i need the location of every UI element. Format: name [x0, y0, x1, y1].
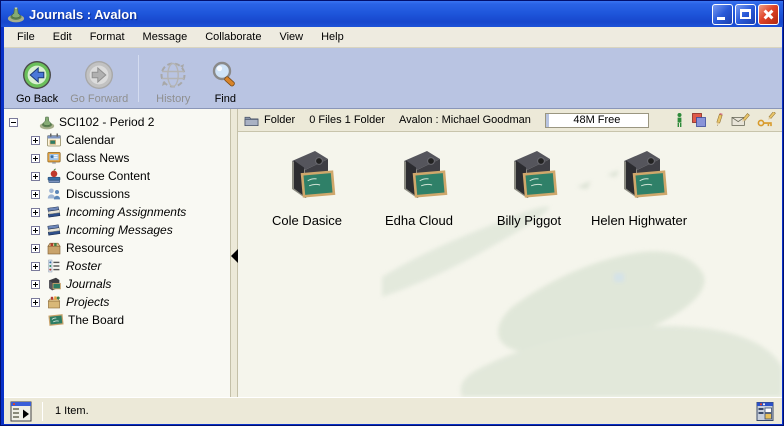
- key-permissions-icon[interactable]: [757, 112, 776, 128]
- overlapping-windows-icon[interactable]: [691, 112, 707, 128]
- chalkboard-icon: [48, 312, 64, 328]
- menu-edit[interactable]: Edit: [44, 29, 81, 45]
- expand-plus-icon[interactable]: [31, 154, 40, 163]
- statusbar-separator: [42, 402, 43, 421]
- journal-item-label: Billy Piggot: [474, 213, 584, 228]
- minimize-button[interactable]: [712, 4, 733, 25]
- tree-item-journals[interactable]: Journals: [4, 275, 230, 293]
- collapse-minus-icon[interactable]: [9, 118, 18, 127]
- toolbar-separator: [138, 55, 139, 102]
- expand-plus-icon[interactable]: [31, 244, 40, 253]
- layout-windows-icon[interactable]: [754, 401, 776, 422]
- item-count-label: 1 Item.: [55, 405, 89, 417]
- menu-collaborate[interactable]: Collaborate: [196, 29, 270, 45]
- tree-item-incoming-assignments[interactable]: Incoming Assignments: [4, 203, 230, 221]
- expand-plus-icon[interactable]: [31, 172, 40, 181]
- tree-item-sci102-period-2[interactable]: SCI102 - Period 2: [4, 113, 230, 131]
- calendar-icon: [46, 132, 62, 148]
- menu-view[interactable]: View: [270, 29, 312, 45]
- go-back-icon: [21, 59, 53, 91]
- tree-item-roster[interactable]: Roster: [4, 257, 230, 275]
- go-back-button[interactable]: Go Back: [10, 51, 64, 106]
- flask-island-icon: [39, 114, 55, 130]
- expand-plus-icon[interactable]: [31, 298, 40, 307]
- expand-plus-icon[interactable]: [31, 280, 40, 289]
- flask-island-icon: [7, 5, 25, 23]
- menu-message[interactable]: Message: [134, 29, 197, 45]
- projects-crate-icon: [46, 294, 62, 310]
- resources-box-icon: [46, 240, 62, 256]
- journal-chalkboard-icon: [610, 146, 668, 208]
- tree-item-resources[interactable]: Resources: [4, 239, 230, 257]
- expand-plus-icon[interactable]: [31, 190, 40, 199]
- panel-splitter[interactable]: [230, 109, 238, 397]
- free-space-meter: 48M Free: [545, 113, 649, 128]
- tree-item-discussions[interactable]: Discussions: [4, 185, 230, 203]
- go-forward-icon: [83, 59, 115, 91]
- folder-icon: [244, 114, 259, 127]
- tree-item-class-news[interactable]: Class News: [4, 149, 230, 167]
- meter-fill: [546, 114, 549, 127]
- menu-file[interactable]: File: [8, 29, 44, 45]
- toolbar: Go Back Go Forward History: [4, 48, 782, 108]
- people-icon: [46, 186, 62, 202]
- free-space-label: 48M Free: [573, 114, 620, 126]
- collapse-left-arrow-icon[interactable]: [231, 249, 238, 263]
- roster-list-icon: [46, 258, 62, 274]
- folder-info-bar: Folder 0 Files 1 Folder Avalon : Michael…: [238, 109, 782, 132]
- history-globe-icon: [157, 59, 189, 91]
- title-bar[interactable]: Journals : Avalon: [1, 1, 783, 27]
- panel-toggle-icon[interactable]: [10, 401, 32, 422]
- minimize-icon: [717, 17, 725, 20]
- expand-plus-icon[interactable]: [31, 136, 40, 145]
- find-button[interactable]: Find: [199, 51, 251, 106]
- journal-item-label: Edha Cloud: [364, 213, 474, 228]
- go-forward-button[interactable]: Go Forward: [64, 51, 134, 106]
- folder-view-panel: Folder 0 Files 1 Folder Avalon : Michael…: [238, 109, 782, 397]
- journal-item[interactable]: Edha Cloud: [364, 146, 474, 228]
- close-button[interactable]: [758, 4, 779, 25]
- history-button[interactable]: History: [147, 51, 199, 106]
- maximize-icon: [740, 9, 751, 19]
- maximize-button[interactable]: [735, 4, 756, 25]
- expand-plus-icon[interactable]: [31, 226, 40, 235]
- mail-compose-icon[interactable]: [731, 112, 750, 128]
- person-icon[interactable]: [675, 112, 684, 128]
- books-icon: [46, 204, 62, 220]
- journal-chalkboard-icon: [278, 146, 336, 208]
- apple-books-icon: [46, 168, 62, 184]
- journal-item[interactable]: Cole Dasice: [252, 146, 362, 228]
- folder-location: Avalon : Michael Goodman: [399, 114, 531, 126]
- tree-item-calendar[interactable]: Calendar: [4, 131, 230, 149]
- folder-contents[interactable]: Cole Dasice Edha Cloud: [238, 132, 782, 397]
- journal-chalkboard-icon: [500, 146, 558, 208]
- folder-type-label: Folder: [264, 114, 295, 126]
- journal-item-label: Cole Dasice: [252, 213, 362, 228]
- find-magnifier-icon: [209, 59, 241, 91]
- menu-format[interactable]: Format: [81, 29, 134, 45]
- main-area: SCI102 - Period 2 Calendar: [4, 108, 782, 397]
- journal-chalkboard-icon: [390, 146, 448, 208]
- folder-counts: 0 Files 1 Folder: [309, 114, 385, 126]
- expand-plus-icon[interactable]: [31, 208, 40, 217]
- journal-item[interactable]: Billy Piggot: [474, 146, 584, 228]
- course-tree-panel: SCI102 - Period 2 Calendar: [4, 109, 230, 397]
- menu-bar: File Edit Format Message Collaborate Vie…: [4, 27, 782, 48]
- books-icon: [46, 222, 62, 238]
- menu-help[interactable]: Help: [312, 29, 353, 45]
- pencil-icon[interactable]: [714, 112, 724, 128]
- journal-item-label: Helen Highwater: [574, 213, 704, 228]
- tree-item-course-content[interactable]: Course Content: [4, 167, 230, 185]
- expand-plus-icon[interactable]: [31, 262, 40, 271]
- status-bar: 1 Item.: [4, 397, 782, 424]
- tree-item-the-board[interactable]: The Board: [4, 311, 230, 329]
- tree-item-incoming-messages[interactable]: Incoming Messages: [4, 221, 230, 239]
- app-window: Journals : Avalon File Edit Format Messa…: [0, 0, 784, 426]
- window-title: Journals : Avalon: [29, 7, 712, 22]
- journal-item[interactable]: Helen Highwater: [574, 146, 704, 228]
- news-icon: [46, 150, 62, 166]
- journal-book-icon: [46, 276, 62, 292]
- tree-item-projects[interactable]: Projects: [4, 293, 230, 311]
